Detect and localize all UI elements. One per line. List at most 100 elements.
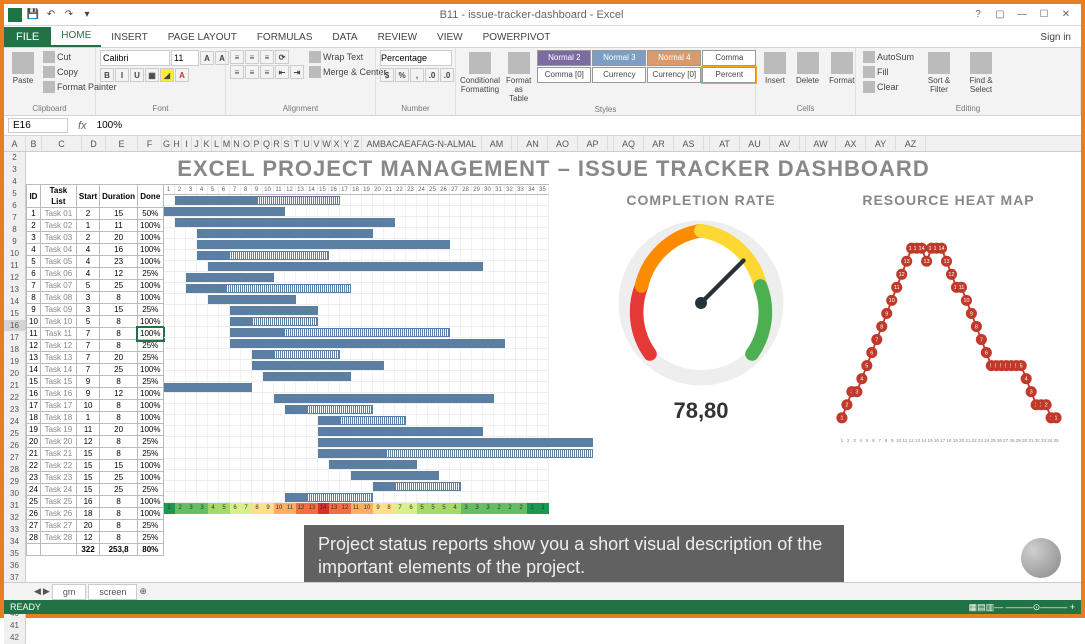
svg-text:19: 19 [952,438,958,443]
svg-text:1: 1 [840,416,843,422]
svg-text:11: 11 [902,438,907,443]
svg-text:17: 17 [940,438,946,443]
align-top-button[interactable]: ≡ [230,50,244,64]
font-color-button[interactable]: A [175,68,189,82]
qat-more-button[interactable]: ▾ [78,6,96,24]
dashboard-title: EXCEL PROJECT MANAGEMENT – ISSUE TRACKER… [26,152,1081,184]
tab-view[interactable]: VIEW [427,28,473,47]
format-as-table-button[interactable]: Format as Table [502,50,535,105]
insert-cells-button[interactable]: Insert [760,50,790,87]
tab-page-layout[interactable]: PAGE LAYOUT [158,28,247,47]
format-cells-button[interactable]: Format [825,50,858,87]
formula-bar: E16 fx 100% [4,116,1081,136]
underline-button[interactable]: U [130,68,144,82]
delete-icon [797,52,819,74]
autosum-button[interactable]: AutoSum [860,50,917,64]
font-name-select[interactable] [100,50,170,66]
new-sheet-button[interactable]: ⊕ [139,586,147,597]
decrease-decimal-button[interactable]: .0 [440,68,454,82]
percent-format-button[interactable]: % [395,68,409,82]
merge-icon [309,66,321,78]
find-select-button[interactable]: Find & Select [961,50,1001,96]
align-center-button[interactable]: ≡ [245,65,259,79]
tab-data[interactable]: DATA [322,28,367,47]
paste-button[interactable]: Paste [8,50,38,87]
tab-home[interactable]: HOME [51,26,101,47]
tab-formulas[interactable]: FORMULAS [247,28,323,47]
decrease-indent-button[interactable]: ⇤ [275,65,289,79]
sigma-icon [863,51,875,63]
align-bottom-button[interactable]: ≡ [260,50,274,64]
svg-text:12: 12 [948,272,954,278]
svg-text:22: 22 [971,438,977,443]
increase-indent-button[interactable]: ⇥ [290,65,304,79]
table-icon [508,52,530,74]
delete-cells-button[interactable]: Delete [792,50,823,87]
sign-in-link[interactable]: Sign in [1030,28,1081,47]
view-normal-button[interactable]: ▦ [969,602,978,613]
svg-text:12: 12 [898,272,904,278]
tab-review[interactable]: REVIEW [368,28,427,47]
view-layout-button[interactable]: ▤ [977,602,986,613]
save-button[interactable]: 💾 [24,6,42,24]
clear-button[interactable]: Clear [860,80,917,94]
align-left-button[interactable]: ≡ [230,65,244,79]
maximize-button[interactable]: ☐ [1033,9,1055,20]
svg-text:9: 9 [885,311,888,317]
formula-input[interactable]: 100% [93,119,1081,132]
group-alignment: ≡ ≡ ≡ ⟳ ≡ ≡ ≡ ⇤ ⇥ Wrap Text Merge & Cent… [226,48,376,115]
orientation-button[interactable]: ⟳ [275,50,289,64]
accounting-format-button[interactable]: $ [380,68,394,82]
italic-button[interactable]: I [115,68,129,82]
bold-button[interactable]: B [100,68,114,82]
help-button[interactable]: ? [967,9,989,20]
close-button[interactable]: ✕ [1055,9,1077,20]
sheet-tab[interactable]: gm [52,584,87,600]
undo-button[interactable]: ↶ [42,6,60,24]
column-headers[interactable]: ABCDEFGHIJKLMNOPQRSTUVWXYZAMBACAEAFAG-N-… [4,136,1081,152]
fill-color-button[interactable]: ◢ [160,68,174,82]
svg-text:8: 8 [884,438,887,443]
cell-styles-gallery[interactable]: Normal 2Normal 3Normal 4CommaComma [0]Cu… [537,50,756,83]
align-right-button[interactable]: ≡ [260,65,274,79]
ribbon-options-button[interactable]: ▢ [989,9,1011,20]
tab-nav-prev[interactable]: ◀ [34,586,41,597]
svg-text:32: 32 [1034,438,1040,443]
align-middle-button[interactable]: ≡ [245,50,259,64]
minimize-button[interactable]: — [1011,9,1033,20]
tab-file[interactable]: FILE [4,27,51,47]
sheet-tab[interactable]: screen [88,584,137,600]
svg-text:14: 14 [938,246,944,252]
sort-filter-button[interactable]: Sort & Filter [919,50,959,96]
font-size-select[interactable] [171,50,199,66]
fill-button[interactable]: Fill [860,65,917,79]
sheet-tabs: ◀ ▶ gm screen ⊕ [4,582,1081,600]
svg-text:8: 8 [974,324,977,330]
svg-text:2: 2 [1044,403,1047,409]
tab-nav-next[interactable]: ▶ [43,586,50,597]
name-box[interactable]: E16 [8,118,68,133]
fx-icon[interactable]: fx [72,120,93,132]
conditional-formatting-button[interactable]: Conditional Formatting [460,50,500,96]
comma-format-button[interactable]: , [410,68,424,82]
worksheet[interactable]: ABCDEFGHIJKLMNOPQRSTUVWXYZAMBACAEAFAG-N-… [4,136,1081,152]
grow-font-button[interactable]: A [200,51,214,65]
sheet-content: EXCEL PROJECT MANAGEMENT – ISSUE TRACKER… [26,152,1081,556]
task-table[interactable]: IDTask ListStartDurationDone1Task 012155… [26,184,164,556]
redo-button[interactable]: ↷ [60,6,78,24]
gauge-title: COMPLETION RATE [586,192,816,208]
svg-text:2: 2 [845,403,848,409]
increase-decimal-button[interactable]: .0 [425,68,439,82]
tab-insert[interactable]: INSERT [101,28,158,47]
conditional-icon [469,52,491,74]
svg-text:11: 11 [958,285,964,291]
svg-text:7: 7 [878,438,881,443]
border-button[interactable]: ▦ [145,68,159,82]
svg-text:33: 33 [1040,438,1046,443]
tab-powerpivot[interactable]: POWERPIVOT [473,28,561,47]
zoom-slider[interactable]: — ———⊙——— + [994,602,1075,613]
eraser-icon [863,81,875,93]
row-headers[interactable]: 2345678910111213141516171819202122232425… [4,152,26,644]
view-pagebreak-button[interactable]: ▥ [986,602,995,613]
number-format-select[interactable] [380,50,452,66]
